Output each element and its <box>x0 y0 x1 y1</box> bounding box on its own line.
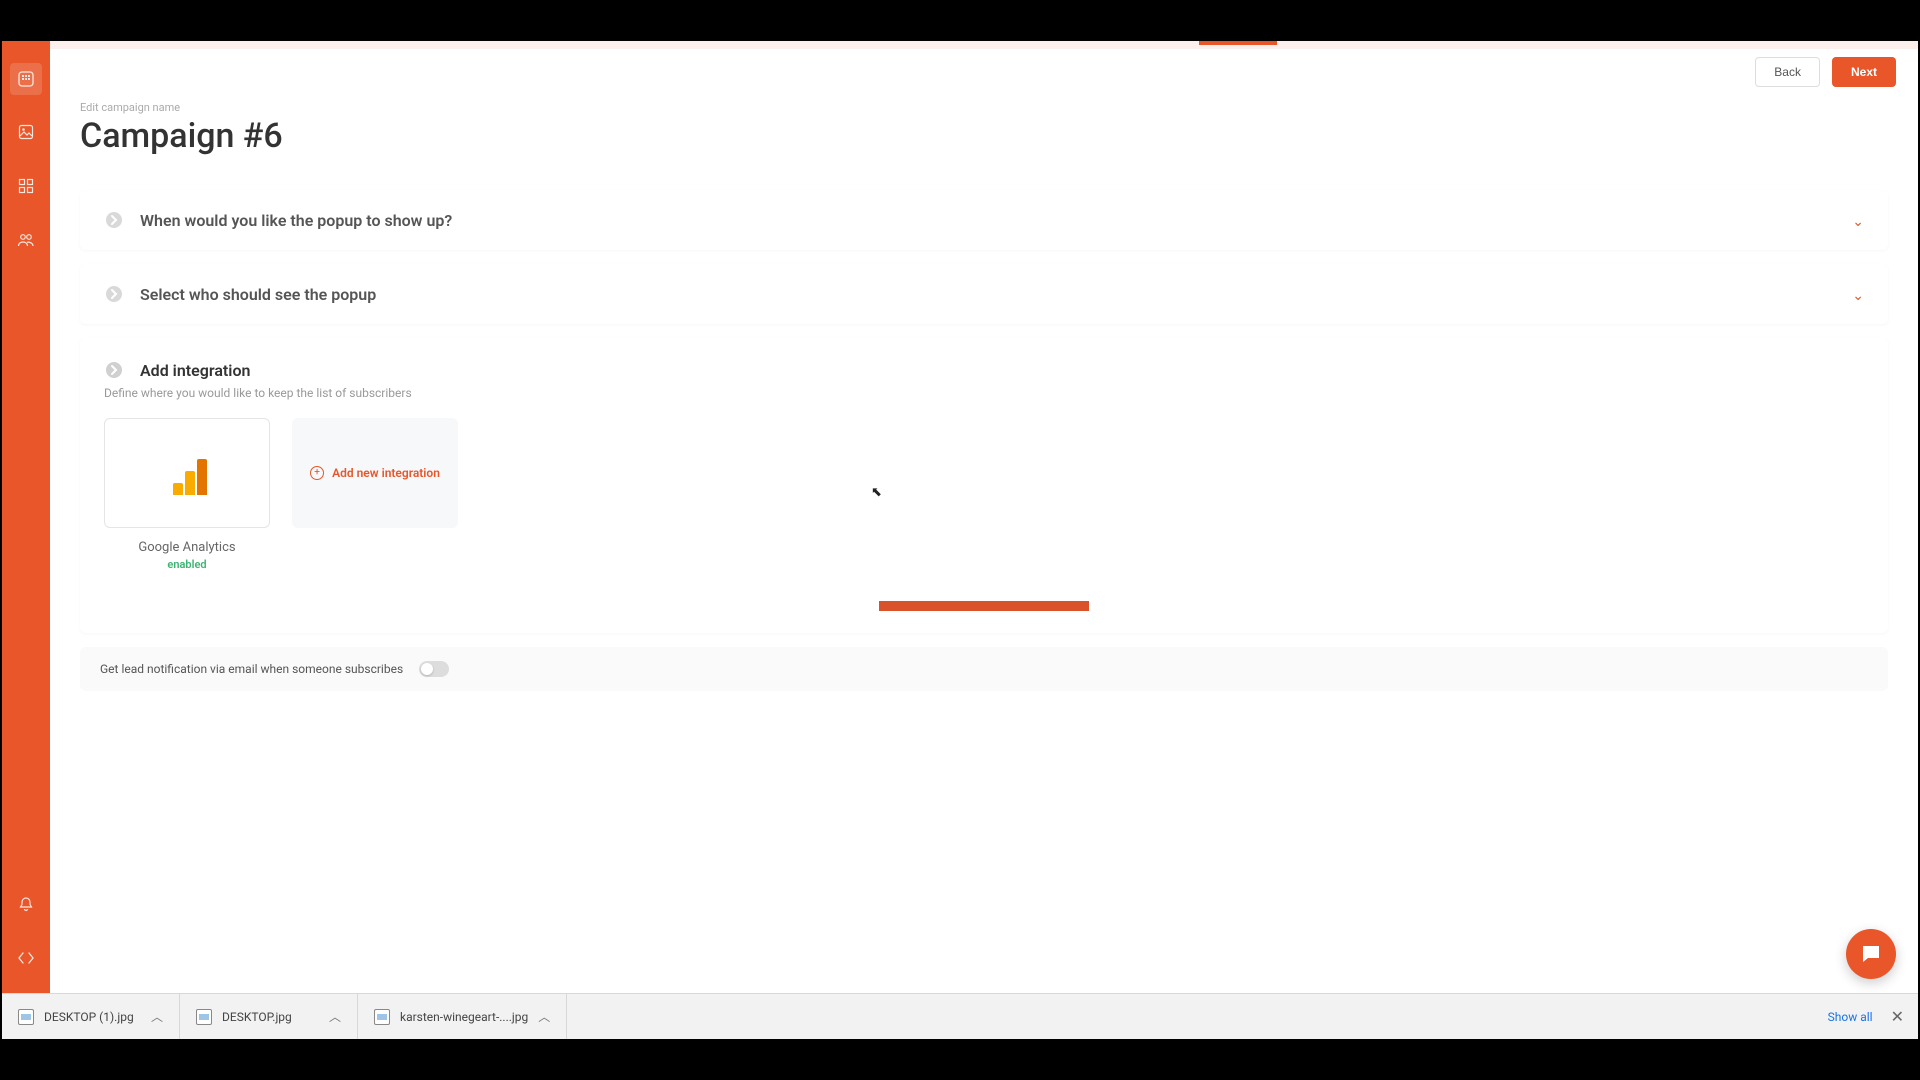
edit-campaign-name-link[interactable]: Edit campaign name <box>80 101 1888 114</box>
arrow-right-icon <box>104 284 124 304</box>
google-analytics-icon <box>165 451 209 495</box>
lead-notification-toggle[interactable] <box>419 661 449 677</box>
section-integration-desc: Define where you would like to keep the … <box>104 386 1864 400</box>
download-filename: DESKTOP (1).jpg <box>44 1010 134 1024</box>
chevron-down-icon: ⌄ <box>1852 214 1864 230</box>
download-filename: DESKTOP.jpg <box>222 1010 292 1024</box>
plus-circle-icon: + <box>310 466 324 480</box>
sidebar: JW <box>2 41 50 1039</box>
file-icon <box>196 1009 212 1025</box>
section-integration: Add integration Define where you would l… <box>80 338 1888 633</box>
content: Edit campaign name Campaign #6 When woul… <box>50 87 1918 731</box>
app-viewport: JW Back Next Edit campaign name Campaign… <box>2 41 1918 1039</box>
section-who-title: Select who should see the popup <box>140 285 376 304</box>
add-integration-button[interactable]: + Add new integration <box>292 418 458 528</box>
download-item[interactable]: DESKTOP (1).jpg ︿ <box>2 994 180 1039</box>
section-who[interactable]: Select who should see the popup ⌄ <box>80 264 1888 324</box>
wizard-progress <box>50 41 1918 49</box>
arrow-right-icon <box>104 360 124 380</box>
downloads-close-icon[interactable]: ✕ <box>1891 1007 1904 1026</box>
back-button[interactable]: Back <box>1755 57 1820 87</box>
nav-apps-icon[interactable] <box>13 173 39 199</box>
download-item[interactable]: DESKTOP.jpg ︿ <box>180 994 358 1039</box>
download-filename: karsten-winegeart-....jpg <box>400 1010 528 1024</box>
nav-code-icon[interactable] <box>13 945 39 971</box>
chevron-up-icon[interactable]: ︿ <box>151 1008 163 1025</box>
lead-notification-row: Get lead notification via email when som… <box>80 647 1888 691</box>
loading-bar <box>879 601 1089 611</box>
download-item[interactable]: karsten-winegeart-....jpg ︿ <box>358 994 567 1039</box>
integration-card-google-analytics[interactable]: Google Analytics enabled <box>104 418 270 571</box>
topbar: Back Next <box>50 49 1918 87</box>
nav-bell-icon[interactable] <box>13 891 39 917</box>
arrow-right-icon <box>104 210 124 230</box>
nav-image-icon[interactable] <box>13 119 39 145</box>
integration-status: enabled <box>104 558 270 571</box>
chevron-down-icon: ⌄ <box>1852 288 1864 304</box>
downloads-bar: DESKTOP (1).jpg ︿ DESKTOP.jpg ︿ karsten-… <box>2 993 1918 1039</box>
main-area: Back Next Edit campaign name Campaign #6… <box>50 41 1918 993</box>
lead-notification-label: Get lead notification via email when som… <box>100 662 403 676</box>
nav-dashboard-icon[interactable] <box>10 63 42 95</box>
section-when-title: When would you like the popup to show up… <box>140 211 452 230</box>
chevron-up-icon[interactable]: ︿ <box>329 1008 341 1025</box>
file-icon <box>18 1009 34 1025</box>
chevron-up-icon[interactable]: ︿ <box>538 1008 550 1025</box>
section-when[interactable]: When would you like the popup to show up… <box>80 190 1888 250</box>
chat-launcher[interactable] <box>1846 929 1896 979</box>
downloads-show-all[interactable]: Show all <box>1828 1010 1873 1024</box>
integration-name: Google Analytics <box>104 540 270 555</box>
nav-people-icon[interactable] <box>13 227 39 253</box>
file-icon <box>374 1009 390 1025</box>
add-integration-label: Add new integration <box>332 466 440 480</box>
campaign-title: Campaign #6 <box>80 116 1888 156</box>
section-integration-title: Add integration <box>140 361 250 380</box>
next-button[interactable]: Next <box>1832 57 1896 87</box>
section-integration-header[interactable]: Add integration <box>104 360 1864 380</box>
